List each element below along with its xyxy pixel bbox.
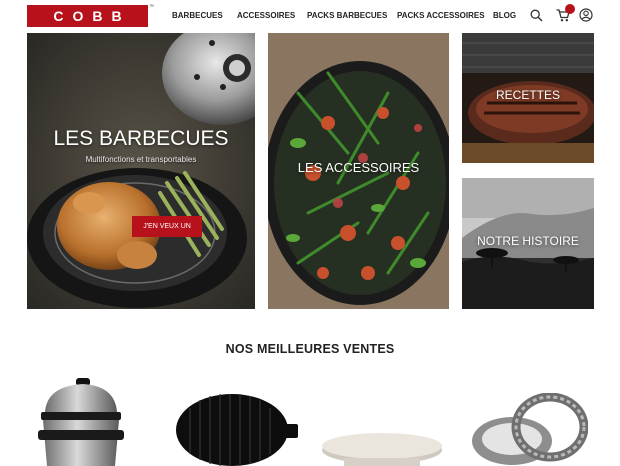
jen-veux-un-button[interactable]: J'EN VEUX UN: [132, 216, 202, 237]
cart-count-badge: [565, 4, 575, 14]
user-icon[interactable]: [579, 8, 593, 22]
nav-barbecues[interactable]: BARBECUES: [172, 11, 223, 20]
tile-title-accessoires: LES ACCESSOIRES: [297, 160, 420, 175]
product-cutting-board[interactable]: [320, 428, 444, 466]
tile-title-histoire: NOTRE HISTOIRE: [477, 234, 579, 248]
barbecue-photo: [27, 33, 255, 309]
nav-packs-accessoires[interactable]: PACKS ACCESSOIRES: [397, 11, 485, 20]
logo-text: COBB: [53, 8, 131, 24]
tile-accessoires[interactable]: LES ACCESSOIRES: [268, 33, 449, 309]
search-icon[interactable]: [530, 9, 543, 22]
tile-barbecues[interactable]: LES BARBECUES Multifonctions et transpor…: [27, 33, 255, 309]
bestsellers-title: NOS MEILLEURES VENTES: [225, 342, 395, 356]
tile-recettes[interactable]: RECETTES: [462, 33, 594, 163]
cobb-logo[interactable]: COBB: [27, 5, 148, 27]
nav-accessoires[interactable]: ACCESSOIRES: [237, 11, 295, 20]
tile-title-barbecues: LES BARBECUES: [53, 127, 229, 150]
tile-subtitle-barbecues: Multifonctions et transportables: [85, 155, 197, 164]
tile-histoire[interactable]: NOTRE HISTOIRE: [462, 178, 594, 309]
tile-title-recettes: RECETTES: [495, 88, 560, 102]
trademark-mark: ™: [149, 4, 154, 10]
nav-packs-barbecues[interactable]: PACKS BARBECUES: [307, 11, 387, 20]
product-griddle-plate[interactable]: [170, 388, 300, 466]
product-fire-rings[interactable]: [468, 393, 588, 466]
site-header: COBB ™ BARBECUES ACCESSOIRES PACKS BARBE…: [0, 0, 620, 32]
product-cobb-grill[interactable]: [35, 372, 125, 466]
nav-blog[interactable]: BLOG: [493, 11, 516, 20]
